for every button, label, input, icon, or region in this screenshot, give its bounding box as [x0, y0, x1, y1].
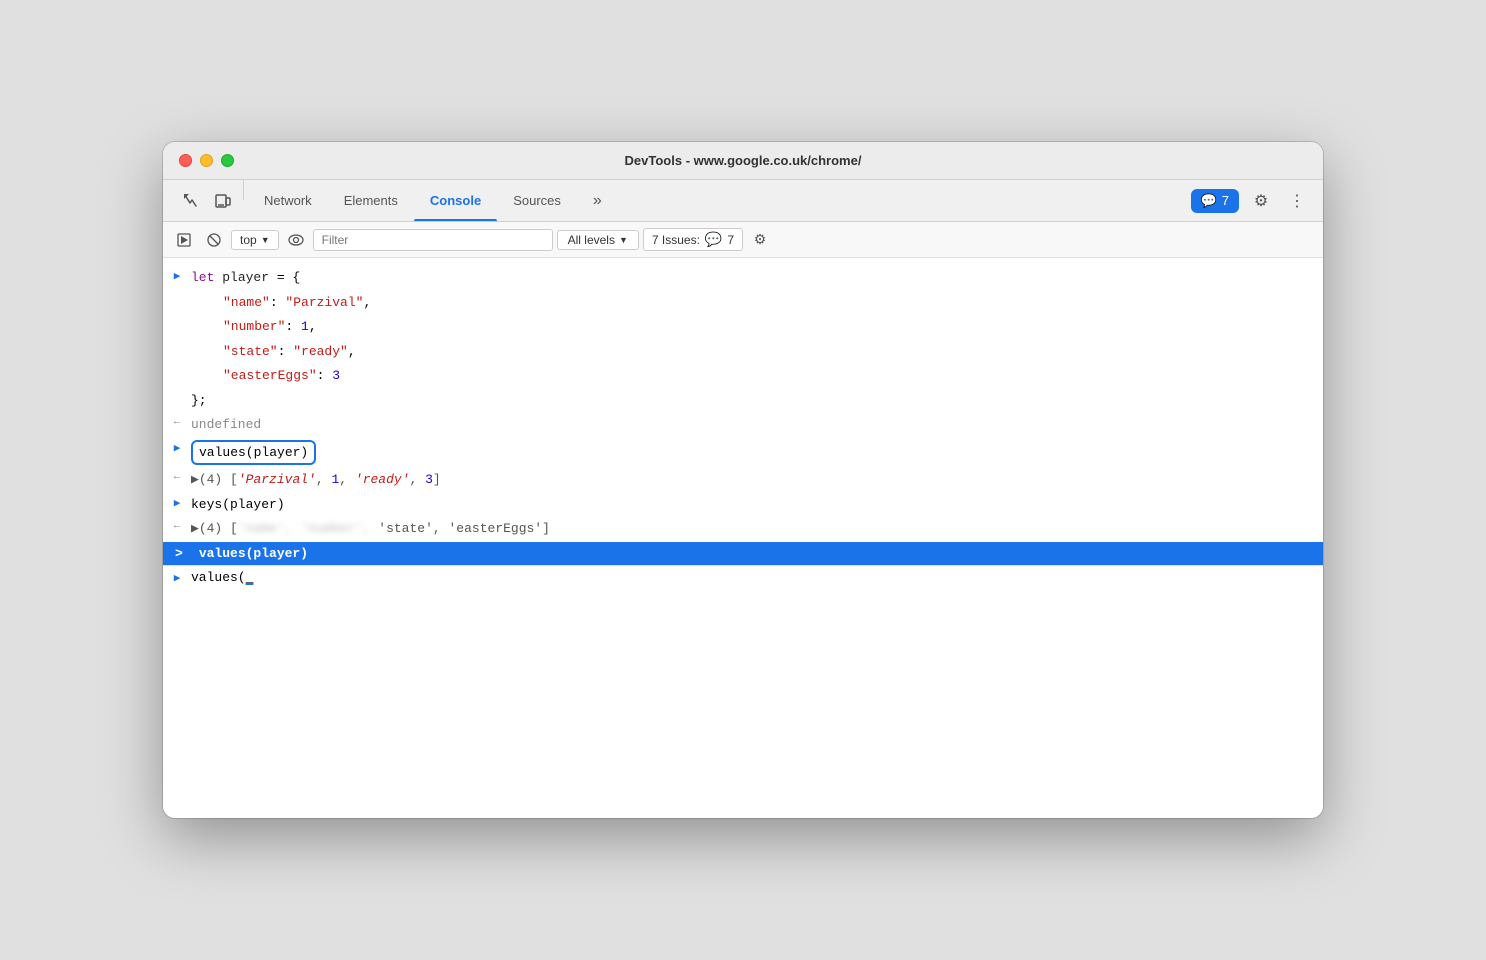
console-line-keys: ▶ keys(player) — [163, 493, 1323, 518]
expand-arrow[interactable]: ▶ — [163, 440, 191, 455]
line-indent — [163, 391, 191, 392]
minimize-button[interactable] — [200, 154, 213, 167]
console-input-line: ▶ values(_ — [163, 565, 1323, 591]
console-line: }; — [163, 389, 1323, 414]
tab-elements[interactable]: Elements — [328, 180, 414, 221]
expand-arrow: ▶ — [163, 570, 191, 585]
tabs-spacer — [618, 180, 1191, 221]
chevron-down-icon: ▼ — [619, 235, 628, 245]
devtools-window: DevTools - www.google.co.uk/chrome/ Netw… — [163, 142, 1323, 818]
title-bar: DevTools - www.google.co.uk/chrome/ — [163, 142, 1323, 180]
console-line-highlighted: ▶ values(player) — [163, 438, 1323, 469]
context-label: top — [240, 233, 257, 247]
tab-separator — [243, 180, 244, 200]
console-content: ▶ let player = { "name": "Parzival", "nu… — [163, 258, 1323, 818]
line-indent — [163, 317, 191, 318]
settings-btn[interactable]: ⚙ — [1247, 187, 1275, 215]
eye-btn[interactable] — [283, 227, 309, 253]
autocomplete-arrow: > — [175, 546, 183, 561]
line-indent — [163, 293, 191, 294]
chevron-down-icon: ▼ — [261, 235, 270, 245]
run-btn[interactable] — [171, 227, 197, 253]
console-line-partial: ← ▶(4) ['name', 'number', 'state', 'east… — [163, 517, 1323, 542]
issues-badge[interactable]: 💬 7 — [1191, 189, 1239, 213]
issues-counter[interactable]: 7 Issues: 💬 7 — [643, 228, 743, 251]
console-line-return: ← undefined — [163, 413, 1323, 438]
inspect-icon-btn[interactable] — [175, 180, 207, 221]
tabs-bar: Network Elements Console Sources » 💬 7 ⚙… — [163, 180, 1323, 222]
close-button[interactable] — [179, 154, 192, 167]
maximize-button[interactable] — [221, 154, 234, 167]
return-arrow: ← — [163, 415, 191, 428]
tab-network[interactable]: Network — [248, 180, 328, 221]
traffic-lights — [179, 154, 234, 167]
issues-badge-icon: 💬 — [705, 231, 722, 248]
console-line-result: ← ▶(4) ['Parzival', 1, 'ready', 3] — [163, 468, 1323, 493]
expand-arrow[interactable]: ▶ — [163, 268, 191, 283]
autocomplete-suggestion[interactable]: > values(player) — [163, 542, 1323, 565]
console-settings-btn[interactable]: ⚙ — [747, 227, 773, 253]
tabs-right: 💬 7 ⚙ ⋮ — [1191, 180, 1311, 221]
line-indent — [163, 366, 191, 367]
return-arrow: ← — [163, 519, 191, 532]
issues-label: 7 Issues: — [652, 233, 700, 247]
clear-btn[interactable] — [201, 227, 227, 253]
expand-arrow[interactable]: ▶ — [163, 495, 191, 510]
autocomplete-text: values(player) — [199, 546, 308, 561]
line-indent — [163, 342, 191, 343]
issues-icon: 💬 — [1201, 193, 1217, 209]
console-line: "number": 1, — [163, 315, 1323, 340]
more-options-btn[interactable]: ⋮ — [1283, 187, 1311, 215]
console-line: "state": "ready", — [163, 340, 1323, 365]
tab-sources[interactable]: Sources — [497, 180, 577, 221]
return-arrow: ← — [163, 470, 191, 483]
device-toggle-btn[interactable] — [207, 180, 239, 221]
filter-input[interactable] — [313, 229, 553, 251]
log-levels-selector[interactable]: All levels ▼ — [557, 230, 639, 250]
issues-count: 7 — [1222, 193, 1229, 208]
issues-num: 7 — [727, 233, 734, 247]
context-selector[interactable]: top ▼ — [231, 230, 279, 250]
window-title: DevTools - www.google.co.uk/chrome/ — [625, 153, 862, 168]
console-line: "name": "Parzival", — [163, 291, 1323, 316]
highlighted-command: values(player) — [191, 440, 316, 466]
console-toolbar: top ▼ All levels ▼ 7 Issues: 💬 7 ⚙ — [163, 222, 1323, 258]
console-line: "easterEggs": 3 — [163, 364, 1323, 389]
tab-console[interactable]: Console — [414, 180, 497, 221]
log-levels-label: All levels — [568, 233, 615, 247]
console-line: ▶ let player = { — [163, 266, 1323, 291]
more-tabs-btn[interactable]: » — [577, 180, 618, 221]
